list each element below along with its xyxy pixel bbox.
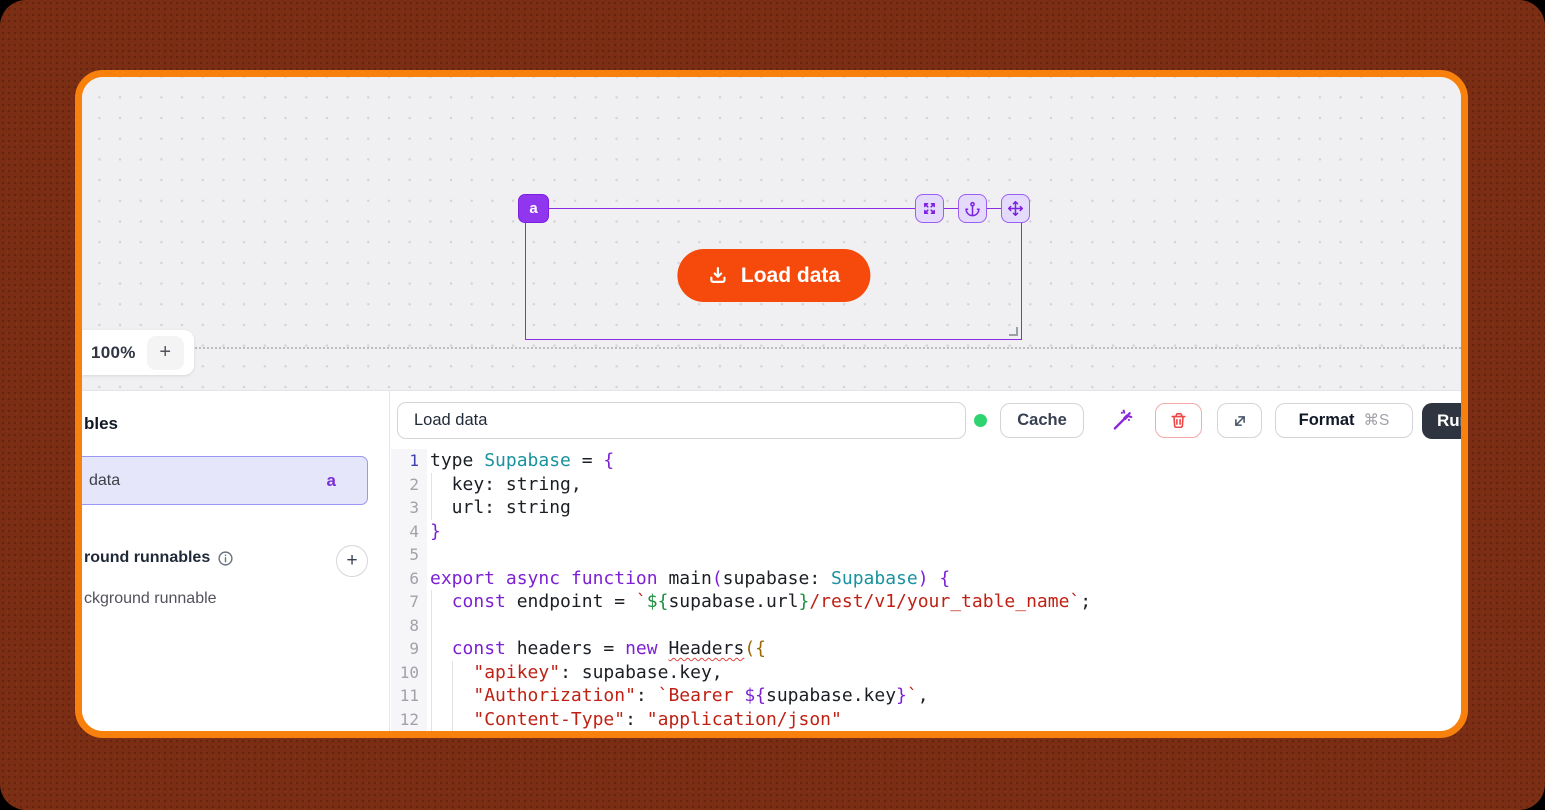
code-editor-pane: Cache: [391, 391, 1461, 732]
expand-icon: [921, 200, 938, 217]
component-handles: [915, 194, 1030, 223]
anchor-icon: [964, 200, 981, 217]
runnables-sidebar: bles data a round runnables +: [82, 391, 390, 732]
code-line[interactable]: [430, 543, 1461, 567]
app-builder-window: a: [75, 70, 1468, 738]
runnable-item-selected[interactable]: data a: [75, 456, 368, 505]
move-handle-button[interactable]: [1001, 194, 1030, 223]
add-runnable-button[interactable]: +: [336, 545, 368, 577]
zoom-level: 100%: [91, 343, 136, 363]
code-line[interactable]: "Authorization": `Bearer ${supabase.key}…: [430, 684, 1461, 708]
move-icon: [1007, 200, 1024, 217]
line-number: 6: [391, 567, 419, 591]
bottom-panel: bles data a round runnables +: [82, 390, 1461, 731]
line-number: 13: [391, 731, 419, 738]
component-id-tag: a: [518, 194, 549, 223]
code-line[interactable]: key: string,: [430, 473, 1461, 497]
anchor-handle-button[interactable]: [958, 194, 987, 223]
code-line[interactable]: url: string: [430, 496, 1461, 520]
indent-guide: [431, 473, 432, 520]
background-runnable-item[interactable]: ckground runnable: [84, 590, 217, 608]
line-number: 7: [391, 590, 419, 614]
code-editor[interactable]: 12345678910111213 type Supabase = { key:…: [391, 449, 1461, 732]
canvas-boundary-line: [82, 347, 1461, 349]
run-button[interactable]: Run: [1422, 403, 1468, 439]
magic-wand-icon: [1107, 407, 1134, 434]
editor-toolbar: Cache: [391, 391, 1461, 447]
zoom-control: 100% +: [82, 330, 194, 375]
status-dot: [974, 414, 987, 427]
line-number: 10: [391, 661, 419, 685]
line-number: 5: [391, 543, 419, 567]
code-line[interactable]: const endpoint = `${supabase.url}/rest/v…: [430, 590, 1461, 614]
code-line[interactable]: });: [430, 731, 1461, 732]
line-number: 2: [391, 473, 419, 497]
code-line[interactable]: export async function main(supabase: Sup…: [430, 567, 1461, 591]
line-number: 12: [391, 708, 419, 732]
trash-icon: [1169, 411, 1188, 430]
line-number: 8: [391, 614, 419, 638]
expand-diagonal-icon: [1231, 412, 1249, 430]
code-line[interactable]: [430, 614, 1461, 638]
code-lines[interactable]: type Supabase = { key: string, url: stri…: [430, 449, 1461, 732]
cache-button[interactable]: Cache: [1000, 403, 1084, 438]
delete-button[interactable]: [1155, 403, 1202, 438]
load-data-button[interactable]: Load data: [677, 249, 870, 302]
ai-wand-button[interactable]: [1101, 403, 1139, 438]
line-number: 9: [391, 637, 419, 661]
runnable-item-label: data: [89, 472, 120, 490]
zoom-in-button[interactable]: +: [147, 336, 184, 370]
format-shortcut: ⌘S: [1364, 411, 1390, 430]
format-button-label: Format: [1299, 411, 1355, 430]
code-line[interactable]: "Content-Type": "application/json": [430, 708, 1461, 732]
runnables-header: bles: [84, 414, 118, 434]
page-background: a: [0, 0, 1545, 810]
background-runnables-label: round runnables: [84, 549, 210, 567]
app-canvas[interactable]: a: [82, 77, 1461, 390]
resize-handle[interactable]: [1009, 327, 1018, 336]
background-runnables-section: round runnables: [84, 549, 234, 567]
line-number: 11: [391, 684, 419, 708]
indent-guide: [431, 590, 432, 731]
indent-guide: [452, 661, 453, 732]
line-number: 3: [391, 496, 419, 520]
load-data-button-label: Load data: [741, 264, 840, 288]
code-line[interactable]: type Supabase = {: [430, 449, 1461, 473]
expand-handle-button[interactable]: [915, 194, 944, 223]
code-line[interactable]: const headers = new Headers({: [430, 637, 1461, 661]
code-line[interactable]: }: [430, 520, 1461, 544]
runnable-item-badge: a: [327, 471, 336, 491]
info-icon[interactable]: [217, 550, 234, 567]
line-number: 4: [391, 520, 419, 544]
download-icon: [707, 265, 728, 286]
line-number-gutter: 12345678910111213: [391, 449, 427, 732]
selected-component[interactable]: a: [525, 208, 1022, 340]
format-button[interactable]: Format ⌘S: [1275, 403, 1413, 438]
runnable-name-input[interactable]: [397, 402, 966, 439]
line-number: 1: [391, 449, 419, 473]
code-line[interactable]: "apikey": supabase.key,: [430, 661, 1461, 685]
expand-editor-button[interactable]: [1217, 403, 1262, 438]
